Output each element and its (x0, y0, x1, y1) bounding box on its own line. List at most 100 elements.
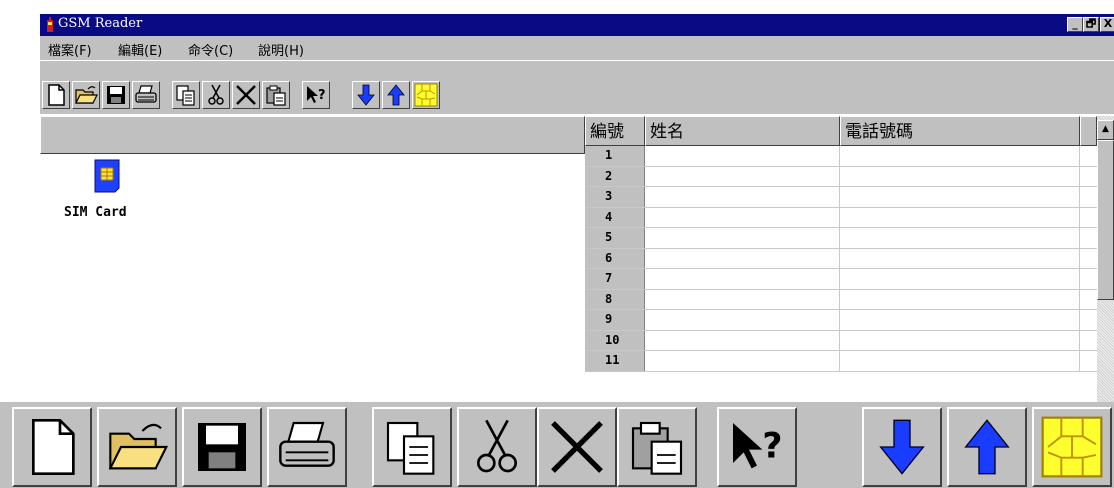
scroll-thumb[interactable] (1097, 140, 1114, 300)
name-cell[interactable] (645, 310, 840, 330)
row-number: 9 (585, 310, 645, 330)
cut-icon (208, 84, 224, 105)
row-number: 6 (585, 248, 645, 268)
phone-cell[interactable] (840, 166, 1080, 186)
name-cell[interactable] (645, 248, 840, 268)
menu-file[interactable]: 檔案(F) (48, 40, 92, 59)
row-number: 5 (585, 228, 645, 248)
name-cell[interactable] (645, 146, 840, 166)
new-button[interactable] (42, 81, 70, 109)
table-row[interactable]: 3 (585, 187, 1097, 208)
row-number: 11 (585, 351, 645, 371)
name-cell[interactable] (645, 289, 840, 309)
phone-cell[interactable] (840, 330, 1080, 350)
download-button-large[interactable] (862, 407, 942, 487)
name-cell[interactable] (645, 269, 840, 289)
app-icon (47, 17, 53, 32)
table-row[interactable]: 1 (585, 146, 1097, 167)
print-icon (135, 85, 157, 103)
help-button[interactable]: ? (302, 81, 330, 109)
phonebook-grid: 編號 姓名 電話號碼 1 2 3 4 5 6 7 8 9 10 11 ▲ (585, 116, 1114, 402)
sim-card-label[interactable]: SIM Card (64, 205, 127, 220)
svg-text:?: ? (762, 427, 782, 467)
vertical-scrollbar[interactable]: ▲ (1097, 116, 1114, 402)
open-button-large[interactable] (97, 407, 177, 487)
delete-button-large[interactable] (537, 407, 617, 487)
sim-button-large[interactable] (1032, 407, 1112, 487)
open-folder-icon (108, 423, 169, 470)
table-row[interactable]: 11 (585, 351, 1097, 372)
table-row[interactable]: 9 (585, 310, 1097, 331)
phone-cell[interactable] (840, 207, 1080, 227)
row-number: 8 (585, 289, 645, 309)
row-number: 7 (585, 269, 645, 289)
phone-cell[interactable] (840, 289, 1080, 309)
phone-cell[interactable] (840, 310, 1080, 330)
menu-help[interactable]: 說明(H) (258, 40, 304, 59)
table-row[interactable]: 6 (585, 248, 1097, 269)
new-file-icon (32, 419, 75, 475)
download-button[interactable] (352, 81, 380, 109)
cut-button-large[interactable] (457, 407, 537, 487)
table-row[interactable]: 7 (585, 269, 1097, 290)
minimize-button[interactable]: _ (1067, 17, 1083, 32)
column-header-filler (1080, 116, 1097, 146)
close-button[interactable]: X (1100, 17, 1114, 32)
sim-button[interactable] (412, 81, 440, 109)
name-cell[interactable] (645, 187, 840, 207)
cut-button[interactable] (202, 81, 230, 109)
help-pointer-icon: ? (733, 423, 782, 469)
table-row[interactable]: 8 (585, 289, 1097, 310)
print-button[interactable] (132, 81, 160, 109)
upload-button-large[interactable] (947, 407, 1027, 487)
copy-button[interactable] (172, 81, 200, 109)
table-row[interactable]: 2 (585, 166, 1097, 187)
grid-header: 編號 姓名 電話號碼 (585, 116, 1097, 146)
help-button-large[interactable]: ? (717, 407, 797, 487)
save-icon (107, 86, 125, 104)
name-cell[interactable] (645, 330, 840, 350)
upload-button[interactable] (382, 81, 410, 109)
delete-button[interactable] (232, 81, 260, 109)
row-number: 1 (585, 146, 645, 166)
save-button-large[interactable] (182, 407, 262, 487)
scroll-up-button[interactable]: ▲ (1097, 120, 1114, 140)
column-header-phone[interactable]: 電話號碼 (840, 116, 1080, 146)
phone-cell[interactable] (840, 146, 1080, 166)
name-cell[interactable] (645, 228, 840, 248)
phone-cell[interactable] (840, 187, 1080, 207)
window-title: GSM Reader (58, 16, 143, 31)
phone-cell[interactable] (840, 248, 1080, 268)
table-row[interactable]: 4 (585, 207, 1097, 228)
sim-chip-icon (414, 83, 438, 107)
save-button[interactable] (102, 81, 130, 109)
table-row[interactable]: 10 (585, 330, 1097, 351)
phone-cell[interactable] (840, 269, 1080, 289)
table-row[interactable]: 5 (585, 228, 1097, 249)
copy-button-large[interactable] (372, 407, 452, 487)
name-cell[interactable] (645, 207, 840, 227)
tree-pane: SIM Card (40, 116, 585, 402)
print-button-large[interactable] (267, 407, 347, 487)
open-button[interactable] (72, 81, 100, 109)
menu-command[interactable]: 命令(C) (188, 40, 233, 59)
menu-edit[interactable]: 編輯(E) (118, 40, 162, 59)
phone-cell[interactable] (840, 228, 1080, 248)
paste-icon (266, 85, 286, 106)
name-cell[interactable] (645, 166, 840, 186)
paste-button-large[interactable] (617, 407, 697, 487)
title-bar[interactable]: GSM Reader _ 🗗 X (40, 14, 1114, 36)
phone-cell[interactable] (840, 351, 1080, 371)
row-number: 3 (585, 187, 645, 207)
open-folder-icon (75, 86, 98, 104)
restore-button[interactable]: 🗗 (1083, 17, 1099, 32)
paste-button[interactable] (262, 81, 290, 109)
name-cell[interactable] (645, 351, 840, 371)
menu-bar: 檔案(F) 編輯(E) 命令(C) 說明(H) (40, 36, 1114, 60)
delete-icon (236, 85, 256, 105)
sim-card-icon[interactable] (93, 158, 121, 194)
column-header-name[interactable]: 姓名 (645, 116, 840, 146)
column-header-number[interactable]: 編號 (585, 116, 645, 146)
new-button-large[interactable] (12, 407, 92, 487)
help-pointer-icon: ? (307, 86, 326, 103)
